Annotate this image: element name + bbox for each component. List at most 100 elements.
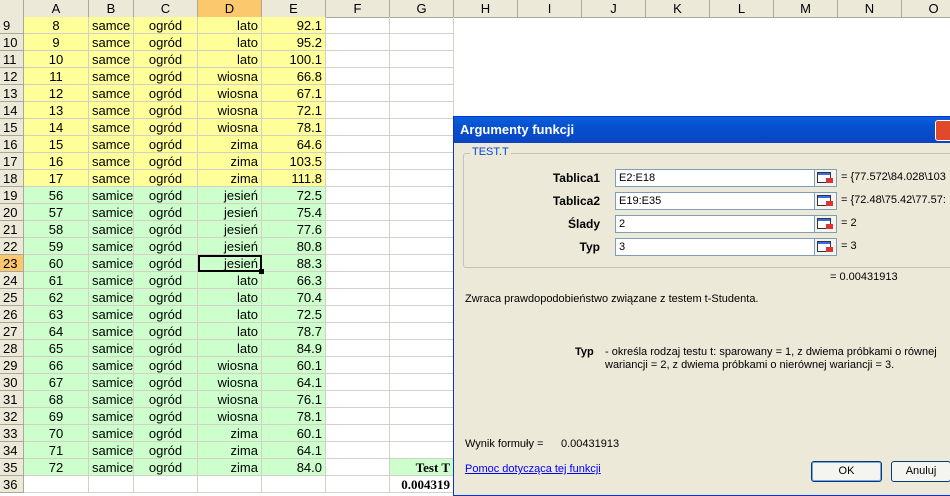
cell-b21[interactable]: samice xyxy=(89,221,134,238)
cell-d10[interactable]: lato xyxy=(198,34,262,51)
cell-c22[interactable]: ogród xyxy=(134,238,198,255)
row-header[interactable]: 22 xyxy=(0,238,24,255)
cell-b12[interactable]: samce xyxy=(89,68,134,85)
cell-e25[interactable]: 70.4 xyxy=(262,289,326,306)
cell-f29[interactable] xyxy=(326,357,390,374)
cell-a30[interactable]: 67 xyxy=(24,374,89,391)
cell-c26[interactable]: ogród xyxy=(134,306,198,323)
cell-f15[interactable] xyxy=(326,119,390,136)
cell-c29[interactable]: ogród xyxy=(134,357,198,374)
row-header[interactable]: 27 xyxy=(0,323,24,340)
column-header-i[interactable]: I xyxy=(518,0,582,17)
cell-e14[interactable]: 72.1 xyxy=(262,102,326,119)
cell-b10[interactable]: samce xyxy=(89,34,134,51)
cell-a33[interactable]: 70 xyxy=(24,425,89,442)
cell-f20[interactable] xyxy=(326,204,390,221)
cell-c13[interactable]: ogród xyxy=(134,85,198,102)
cell-g22[interactable] xyxy=(390,238,454,255)
cell-f14[interactable] xyxy=(326,102,390,119)
column-header-m[interactable]: M xyxy=(774,0,838,17)
cell-a36[interactable] xyxy=(24,476,89,493)
cell-g26[interactable] xyxy=(390,306,454,323)
cell-f30[interactable] xyxy=(326,374,390,391)
cell-d15[interactable]: wiosna xyxy=(198,119,262,136)
cell-g23[interactable] xyxy=(390,255,454,272)
cell-c19[interactable]: ogród xyxy=(134,187,198,204)
cell-f21[interactable] xyxy=(326,221,390,238)
cell-d24[interactable]: lato xyxy=(198,272,262,289)
cell-f36[interactable] xyxy=(326,476,390,493)
cell-g19[interactable] xyxy=(390,187,454,204)
cell-d21[interactable]: jesień xyxy=(198,221,262,238)
cell-f10[interactable] xyxy=(326,34,390,51)
column-header-k[interactable]: K xyxy=(646,0,710,17)
cell-e23[interactable]: 88.3 xyxy=(262,255,326,272)
cell-a21[interactable]: 58 xyxy=(24,221,89,238)
cell-e11[interactable]: 100.1 xyxy=(262,51,326,68)
cell-f19[interactable] xyxy=(326,187,390,204)
cell-d32[interactable]: wiosna xyxy=(198,408,262,425)
row-header[interactable]: 32 xyxy=(0,408,24,425)
tablica2-input[interactable]: E19:E35 xyxy=(615,192,815,210)
row-header[interactable]: 13 xyxy=(0,85,24,102)
column-header-n[interactable]: N xyxy=(838,0,902,17)
cell-c35[interactable]: ogród xyxy=(134,459,198,476)
cell-g30[interactable] xyxy=(390,374,454,391)
cell-e22[interactable]: 80.8 xyxy=(262,238,326,255)
row-header[interactable]: 18 xyxy=(0,170,24,187)
column-header-h[interactable]: H xyxy=(454,0,518,17)
cell-e36[interactable] xyxy=(262,476,326,493)
cell-c25[interactable]: ogród xyxy=(134,289,198,306)
cell-b24[interactable]: samice xyxy=(89,272,134,289)
cell-a35[interactable]: 72 xyxy=(24,459,89,476)
cell-g28[interactable] xyxy=(390,340,454,357)
cell-c21[interactable]: ogród xyxy=(134,221,198,238)
cell-f22[interactable] xyxy=(326,238,390,255)
cell-a13[interactable]: 12 xyxy=(24,85,89,102)
cell-e17[interactable]: 103.5 xyxy=(262,153,326,170)
ok-button[interactable]: OK xyxy=(811,461,882,482)
dialog-title-bar[interactable]: Argumenty funkcji xyxy=(454,117,950,143)
cell-a32[interactable]: 69 xyxy=(24,408,89,425)
cell-a11[interactable]: 10 xyxy=(24,51,89,68)
cell-c28[interactable]: ogród xyxy=(134,340,198,357)
cell-c24[interactable]: ogród xyxy=(134,272,198,289)
cell-b17[interactable]: samce xyxy=(89,153,134,170)
cell-f28[interactable] xyxy=(326,340,390,357)
row-header[interactable]: 11 xyxy=(0,51,24,68)
cell-a19[interactable]: 56 xyxy=(24,187,89,204)
cell-g9[interactable] xyxy=(390,17,454,34)
cell-f18[interactable] xyxy=(326,170,390,187)
row-header[interactable]: 19 xyxy=(0,187,24,204)
cell-c18[interactable]: ogród xyxy=(134,170,198,187)
cell-e26[interactable]: 72.5 xyxy=(262,306,326,323)
row-header[interactable]: 33 xyxy=(0,425,24,442)
cell-b15[interactable]: samce xyxy=(89,119,134,136)
cell-d35[interactable]: zima xyxy=(198,459,262,476)
cell-a26[interactable]: 63 xyxy=(24,306,89,323)
column-header-d[interactable]: D xyxy=(198,0,262,17)
cell-b20[interactable]: samice xyxy=(89,204,134,221)
row-header[interactable]: 24 xyxy=(0,272,24,289)
cell-b22[interactable]: samice xyxy=(89,238,134,255)
cell-d31[interactable]: wiosna xyxy=(198,391,262,408)
column-header-j[interactable]: J xyxy=(582,0,646,17)
row-header[interactable]: 21 xyxy=(0,221,24,238)
cell-b25[interactable]: samice xyxy=(89,289,134,306)
cell-e19[interactable]: 72.5 xyxy=(262,187,326,204)
cell-g29[interactable] xyxy=(390,357,454,374)
cell-d18[interactable]: zima xyxy=(198,170,262,187)
typ-input[interactable]: 3 xyxy=(615,238,815,256)
cell-c30[interactable]: ogród xyxy=(134,374,198,391)
cell-g31[interactable] xyxy=(390,391,454,408)
cell-e28[interactable]: 84.9 xyxy=(262,340,326,357)
cell-e31[interactable]: 76.1 xyxy=(262,391,326,408)
cell-g13[interactable] xyxy=(390,85,454,102)
row-header[interactable]: 12 xyxy=(0,68,24,85)
column-header-o[interactable]: O xyxy=(902,0,950,17)
cell-e33[interactable]: 60.1 xyxy=(262,425,326,442)
cell-b23[interactable]: samice xyxy=(89,255,134,272)
cell-g12[interactable] xyxy=(390,68,454,85)
column-header-e[interactable]: E xyxy=(262,0,326,17)
cell-a16[interactable]: 15 xyxy=(24,136,89,153)
